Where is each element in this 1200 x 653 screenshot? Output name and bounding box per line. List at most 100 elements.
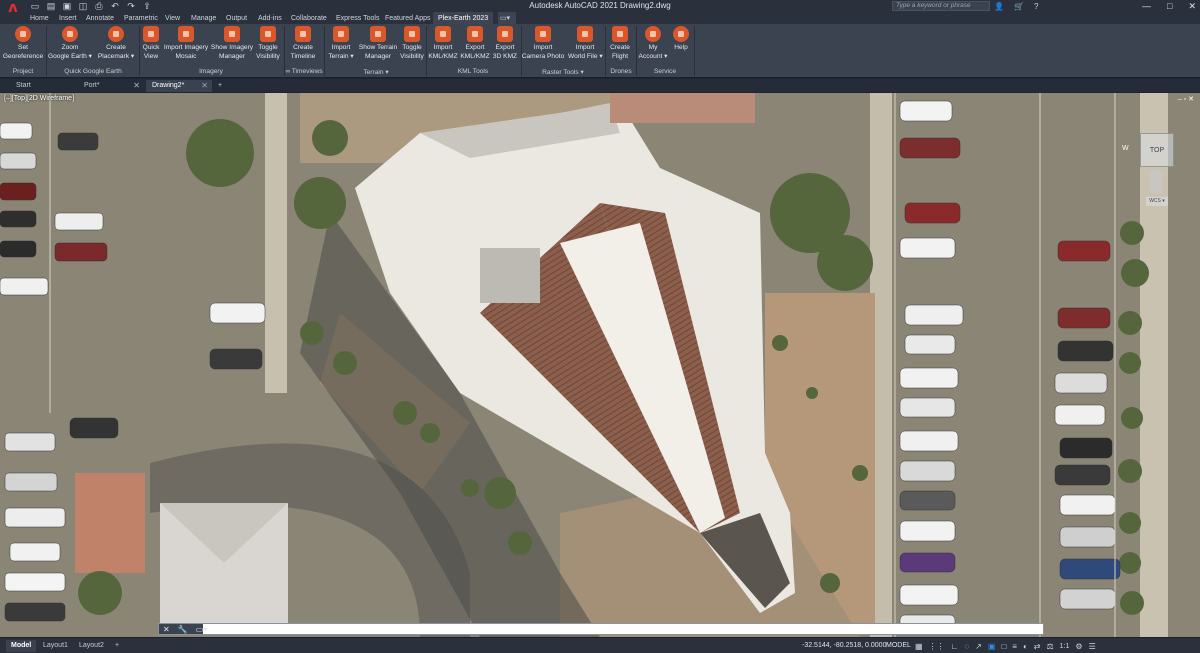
group-raster-tools[interactable]: Raster Tools ▾: [522, 68, 604, 76]
layout-tab-model[interactable]: Model: [6, 640, 37, 652]
ribbon-panel: Set Georeference Zoom Google Earth ▾ Cre…: [0, 24, 1200, 78]
timeline-icon: [295, 26, 311, 42]
quick-view-icon: [143, 26, 159, 42]
transparency-icon[interactable]: ◐: [1023, 642, 1028, 651]
close-icon[interactable]: ✕: [133, 80, 140, 92]
toggle-imagery-visibility-button[interactable]: Toggle Visibility: [254, 26, 282, 61]
close-icon[interactable]: ✕: [163, 625, 170, 634]
zoom-earth-icon: [62, 26, 78, 42]
osnap-track-icon[interactable]: ▣: [988, 642, 996, 651]
ortho-icon[interactable]: ∟: [951, 642, 959, 651]
imagery-manager-icon: [224, 26, 240, 42]
help-icon[interactable]: ?: [1034, 2, 1038, 11]
tab-addins[interactable]: Add-ins: [258, 12, 282, 24]
group-separator: [324, 26, 325, 76]
quick-view-button[interactable]: Quick View: [140, 26, 162, 61]
recent-commands-icon[interactable]: ▭▾: [196, 625, 208, 634]
my-account-button[interactable]: My Account ▾: [638, 26, 668, 61]
layout-tab-layout1[interactable]: Layout1: [38, 640, 73, 652]
account-icon: [645, 26, 661, 42]
close-button[interactable]: ✕: [1188, 0, 1196, 12]
help-button[interactable]: Help: [670, 26, 692, 53]
export-3d-kmz-button[interactable]: Export 3D KMZ: [490, 26, 520, 61]
export-kml-button[interactable]: Export KML/KMZ: [458, 26, 492, 61]
create-timeline-button[interactable]: Create Timeline: [286, 26, 320, 61]
title-bar: A ▭ ▤ ▣ ◫ ⎙ ↶ ↷ ⇪ Autodesk AutoCAD 2021 …: [0, 0, 1200, 23]
export-kml-icon: [467, 26, 483, 42]
viewcube[interactable]: TOP: [1140, 133, 1174, 167]
group-project: Project: [12, 68, 34, 75]
import-camera-photo-button[interactable]: Import Camera Photo: [520, 26, 566, 61]
viewport-controls[interactable]: – ▫ ✕: [1178, 95, 1194, 103]
cart-icon[interactable]: 🛒: [1014, 2, 1024, 11]
customize-icon[interactable]: 🔧: [178, 625, 188, 634]
new-tab-button[interactable]: +: [215, 80, 229, 92]
create-flight-button[interactable]: Create Flight: [607, 26, 633, 61]
georeference-icon: [15, 26, 31, 42]
grid-icon[interactable]: ▦: [915, 642, 923, 651]
set-georeference-button[interactable]: Set Georeference: [2, 26, 44, 61]
toggle-terrain-visibility-button[interactable]: Toggle Visibility: [398, 26, 426, 61]
doc-tab-port[interactable]: Port* ✕: [78, 80, 144, 92]
wcs-menu[interactable]: WCS ▾: [1146, 197, 1168, 206]
polar-icon[interactable]: ◌: [964, 642, 969, 651]
show-terrain-manager-button[interactable]: Show Terrain Manager: [356, 26, 400, 61]
close-icon[interactable]: ✕: [201, 80, 208, 92]
group-terrain[interactable]: Terrain ▾: [326, 68, 426, 76]
tab-express-tools[interactable]: Express Tools: [336, 12, 379, 24]
command-line: ✕ 🔧 ▭▾: [158, 623, 1044, 635]
group-quick-google-earth: Quick Google Earth: [64, 68, 122, 75]
workspace-icon[interactable]: ⚙: [1075, 642, 1082, 651]
import-terrain-button[interactable]: Import Terrain ▾: [326, 26, 356, 61]
add-layout-button[interactable]: +: [110, 640, 124, 652]
import-kml-icon: [435, 26, 451, 42]
maximize-button[interactable]: □: [1167, 0, 1172, 12]
tab-insert[interactable]: Insert: [59, 12, 77, 24]
aerial-imagery: [0, 93, 1200, 637]
minimize-button[interactable]: —: [1142, 0, 1151, 12]
flight-icon: [612, 26, 628, 42]
group-timeviews: ∞ Timeviews: [285, 68, 323, 75]
user-icon[interactable]: 👤: [994, 2, 1004, 11]
annotation-scale-icon[interactable]: ⚖: [1047, 642, 1054, 651]
scale-label[interactable]: 1:1: [1060, 643, 1070, 650]
tab-collaborate[interactable]: Collaborate: [291, 12, 327, 24]
group-kml-tools: KML Tools: [457, 68, 489, 75]
create-placemark-button[interactable]: Create Placemark ▾: [96, 26, 136, 61]
select-cycle-icon[interactable]: ⇄: [1034, 642, 1041, 651]
lineweight-icon[interactable]: ≡: [1012, 642, 1017, 651]
tab-annotate[interactable]: Annotate: [86, 12, 114, 24]
import-world-file-button[interactable]: Import World File ▾: [568, 26, 603, 61]
tab-featured-apps[interactable]: Featured Apps: [385, 12, 431, 24]
zoom-google-earth-button[interactable]: Zoom Google Earth ▾: [48, 26, 92, 61]
model-space-button[interactable]: MODEL: [886, 640, 911, 652]
terrain-manager-icon: [370, 26, 386, 42]
customize-icon[interactable]: ☰: [1089, 642, 1096, 651]
tab-parametric[interactable]: Parametric: [124, 12, 158, 24]
show-imagery-manager-button[interactable]: Show Imagery Manager: [210, 26, 254, 61]
help-icon: [673, 26, 689, 42]
layout-tab-layout2[interactable]: Layout2: [74, 640, 109, 652]
coordinate-readout[interactable]: -32.5144, -80.2518, 0.0000: [802, 640, 886, 652]
import-kml-button[interactable]: Import KML/KMZ: [426, 26, 460, 61]
tab-view[interactable]: View: [165, 12, 180, 24]
search-input[interactable]: Type a keyword or phrase: [892, 1, 990, 11]
viewport-label[interactable]: [–][Top][2D Wireframe]: [4, 95, 74, 102]
tab-manage[interactable]: Manage: [191, 12, 216, 24]
isodraft-icon[interactable]: ↗: [975, 642, 982, 651]
group-separator: [46, 26, 47, 76]
tab-home[interactable]: Home: [30, 12, 49, 24]
group-separator: [694, 26, 695, 76]
group-service: Service: [654, 68, 676, 75]
osnap-icon[interactable]: □: [1001, 642, 1006, 651]
drawing-viewport[interactable]: [–][Top][2D Wireframe] – ▫ ✕ W TOP WCS ▾: [0, 93, 1200, 637]
group-imagery: Imagery: [199, 68, 223, 75]
import-imagery-mosaic-button[interactable]: Import Imagery Mosaic: [162, 26, 210, 61]
navigation-bar[interactable]: [1150, 171, 1162, 193]
tab-plex-earth[interactable]: Plex-Earth 2023: [433, 12, 494, 24]
tab-overflow-button[interactable]: ▭▾: [498, 12, 516, 24]
snap-icon[interactable]: ⋮⋮: [929, 642, 945, 651]
tab-output[interactable]: Output: [226, 12, 247, 24]
doc-tab-drawing2[interactable]: Drawing2* ✕: [146, 80, 212, 92]
command-input[interactable]: [207, 624, 1027, 634]
